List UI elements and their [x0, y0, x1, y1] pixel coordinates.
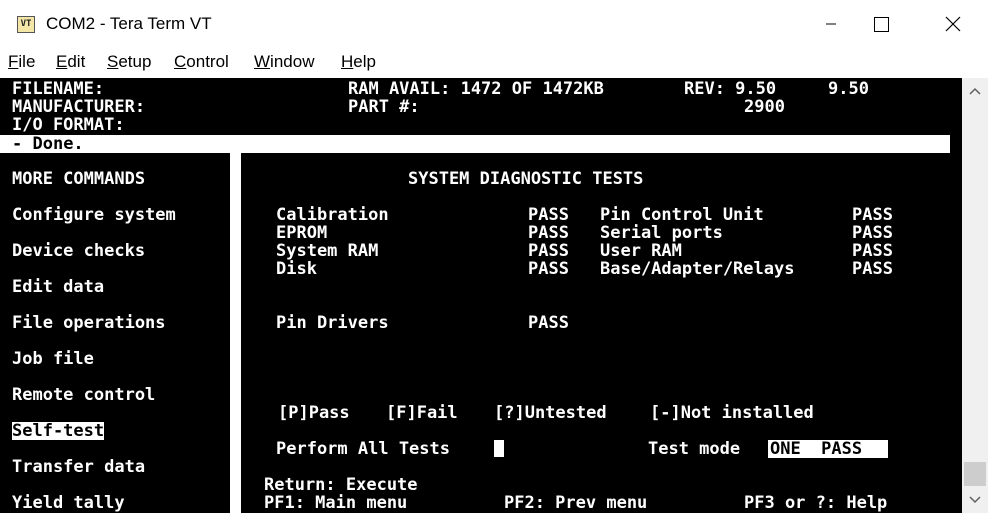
part-number-value: 2900 [744, 97, 785, 117]
command-yield-tally[interactable]: Yield tally [12, 494, 125, 512]
minimize-icon[interactable] [808, 0, 854, 48]
maximize-icon[interactable] [857, 0, 903, 48]
io-format-label: I/O FORMAT: [12, 115, 125, 135]
status-message: - Done. [12, 134, 84, 154]
command-transfer-data[interactable]: Transfer data [12, 458, 145, 476]
panel-divider [230, 153, 241, 513]
command-edit-data[interactable]: Edit data [12, 278, 104, 296]
close-icon[interactable] [930, 0, 976, 48]
test-name: EPROM [276, 223, 328, 243]
command-job-file[interactable]: Job file [12, 350, 94, 368]
scroll-down-arrow-icon[interactable] [962, 487, 988, 513]
menu-bar: File Edit Setup Control Window Help [0, 48, 988, 78]
footer-pf3: PF3 or ?: Help [744, 493, 888, 513]
menu-file[interactable]: File [8, 52, 35, 72]
test-result: PASS [852, 223, 893, 243]
footer-pf1: PF1: Main menu [264, 493, 408, 513]
menu-window[interactable]: Window [254, 52, 314, 72]
test-mode-value[interactable]: ONE PASS [770, 440, 862, 458]
test-name: Calibration [276, 205, 389, 225]
rev-value: 9.50 [828, 79, 869, 99]
perform-all-tests-label: Perform All Tests [276, 439, 450, 459]
panel-title: SYSTEM DIAGNOSTIC TESTS [408, 169, 644, 189]
filename-label: FILENAME: [12, 79, 105, 99]
test-name: Base/Adapter/Relays [600, 259, 795, 279]
test-name: Pin Control Unit [600, 205, 764, 225]
menu-edit[interactable]: Edit [56, 52, 85, 72]
test-result: PASS [852, 259, 893, 279]
legend-fail: [F]Fail [386, 403, 458, 423]
footer-pf2: PF2: Prev menu [504, 493, 648, 513]
status-line [0, 135, 950, 153]
test-result: PASS [528, 205, 569, 225]
legend-pass: [P]Pass [278, 403, 350, 423]
test-name: System RAM [276, 241, 379, 261]
sidebar-heading: MORE COMMANDS [12, 169, 146, 189]
test-result: PASS [528, 223, 569, 243]
test-name: Disk [276, 259, 317, 279]
rev-label: REV: 9.50 [684, 79, 777, 99]
command-configure-system[interactable]: Configure system [12, 206, 176, 224]
command-device-checks[interactable]: Device checks [12, 242, 145, 260]
title-bar: VT COM2 - Tera Term VT [0, 0, 988, 48]
test-mode-label: Test mode [648, 439, 741, 459]
test-result: PASS [852, 205, 893, 225]
command-self-test-selected[interactable]: Self-test [12, 422, 105, 440]
manufacturer-label: MANUFACTURER: [12, 97, 146, 117]
terminal-screen[interactable]: FILENAME: MANUFACTURER: I/O FORMAT: RAM … [0, 78, 962, 513]
test-result: PASS [528, 259, 569, 279]
test-result: PASS [852, 241, 893, 261]
pin-drivers-result: PASS [528, 313, 569, 333]
menu-control[interactable]: Control [174, 52, 229, 72]
test-name: Serial ports [600, 223, 723, 243]
scrollbar-thumb[interactable] [964, 462, 986, 486]
scroll-up-arrow-icon[interactable] [962, 78, 988, 104]
footer-return: Return: Execute [264, 475, 418, 495]
legend-untested: [?]Untested [494, 403, 607, 423]
ram-avail-label: RAM AVAIL: 1472 OF 1472KB [348, 79, 604, 99]
input-cursor[interactable] [494, 440, 504, 457]
menu-help[interactable]: Help [341, 52, 376, 72]
teraterm-app-icon[interactable]: VT [17, 16, 35, 33]
command-file-operations[interactable]: File operations [12, 314, 166, 332]
pin-drivers-name: Pin Drivers [276, 313, 389, 333]
test-result: PASS [528, 241, 569, 261]
menu-setup[interactable]: Setup [107, 52, 151, 72]
part-number-label: PART #: [348, 97, 420, 117]
window-title: COM2 - Tera Term VT [46, 14, 212, 33]
command-remote-control[interactable]: Remote control [12, 386, 155, 404]
vertical-scrollbar[interactable] [962, 78, 988, 513]
legend-not-installed: [-]Not installed [650, 403, 814, 423]
test-name: User RAM [600, 241, 682, 261]
